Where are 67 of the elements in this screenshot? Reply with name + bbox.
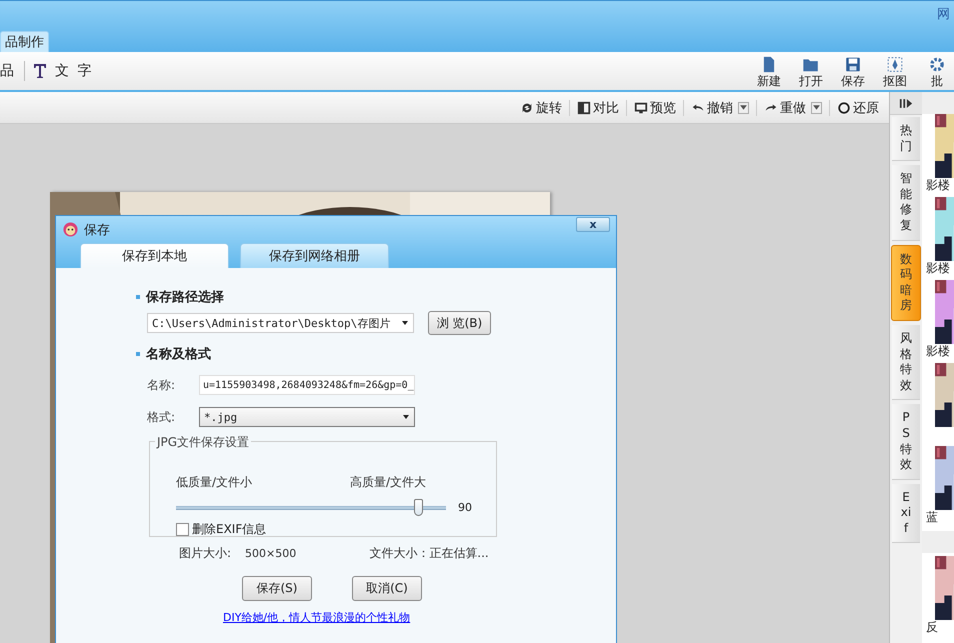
side-tab[interactable]: Exif [892,484,920,544]
side-tab[interactable]: 数码暗房 [891,244,921,321]
checkbox-label: 删除EXIF信息 [192,521,266,538]
name-field[interactable]: u=1155903498,2684093248&fm=26&gp=0_ [199,375,415,395]
gear-icon [928,56,946,73]
toolbar-button[interactable]: 撤销 [687,98,753,116]
browse-button[interactable]: 浏 览(B) [428,311,491,335]
toolbar-button[interactable]: 抠图 [878,56,912,90]
site-link[interactable]: 网 [937,5,950,23]
section-heading: 保存路径选择 [146,289,224,306]
path-dropdown[interactable]: C:\Users\Administrator\Desktop\存图片 [147,313,414,333]
thumbnail-label: 影楼 [926,344,950,358]
side-tab[interactable]: PS特效 [892,404,920,480]
toolbar-button[interactable]: 旋转 [516,98,566,116]
dropdown-icon [811,102,822,114]
field-label: 名称: [147,376,176,394]
toolbar-button[interactable]: 重做 [760,98,826,116]
dialog-button[interactable]: 取消(C) [352,576,422,601]
quality-value: 90 [458,501,472,514]
collapse-button[interactable] [890,92,922,115]
dialog-tab[interactable]: 保存到本地 [80,243,229,268]
side-tab[interactable]: 风格特效 [892,324,920,400]
slider-thumb[interactable] [414,499,423,516]
toolbar-button[interactable]: 还原 [833,98,883,116]
panel-header [922,92,954,114]
close-button[interactable]: x [576,217,610,232]
dialog-tab[interactable]: 保存到网络相册 [240,243,389,268]
toolbar-button[interactable]: 预览 [630,98,680,116]
caret-icon [401,319,409,327]
caret-icon [402,413,410,421]
side-tab[interactable]: 智能修复 [892,165,920,241]
thumbnail-label: 影楼 [926,178,950,192]
app-icon [63,222,78,237]
circle-icon [837,100,851,114]
checkbox[interactable] [176,523,189,536]
format-dropdown[interactable]: *.jpg [199,407,415,427]
side-tab[interactable]: 热门 [892,117,920,162]
dialog-title: 保存 [84,222,110,238]
thumbnail-label: 反 [926,620,938,634]
image-size-label: 图片大小: [179,545,232,562]
image-size: 500×500 [245,547,296,560]
toolbar-button[interactable]: 文 字 [55,62,94,80]
rotate-icon [520,100,534,114]
dialog-button[interactable]: 保存(S) [242,576,312,601]
toolbar-button[interactable]: 对比 [573,98,623,116]
text-icon [33,63,47,79]
dropdown-icon [738,102,749,114]
section-heading: 名称及格式 [146,346,211,363]
toolbar-button[interactable]: 打开 [794,56,828,90]
toolbar-button[interactable]: 批 [920,56,954,90]
thumbnail-label: 蓝 [926,510,938,524]
slider-label: 高质量/文件大 [350,474,426,491]
save-icon [844,56,862,73]
monitor-icon [634,100,648,114]
promo-link[interactable]: DIY给她/他，情人节最浪漫的个性礼物 [223,611,410,624]
toolbar-button[interactable]: 新建 [752,56,786,90]
file-size: 文件大小：正在估算... [369,545,489,562]
field-label: 格式: [147,408,176,426]
compare-icon [577,100,591,114]
toolbar-button[interactable]: 品 [0,62,16,80]
slider-label: 低质量/文件小 [176,474,252,491]
cutout-icon [886,56,904,73]
group-legend: JPG文件保存设置 [155,434,252,451]
app-tab[interactable]: 品制作 [0,31,49,52]
toolbar-button[interactable]: 保存 [836,56,870,90]
collapse-icon [899,98,913,108]
thumbnail-label: 影楼 [926,261,950,275]
